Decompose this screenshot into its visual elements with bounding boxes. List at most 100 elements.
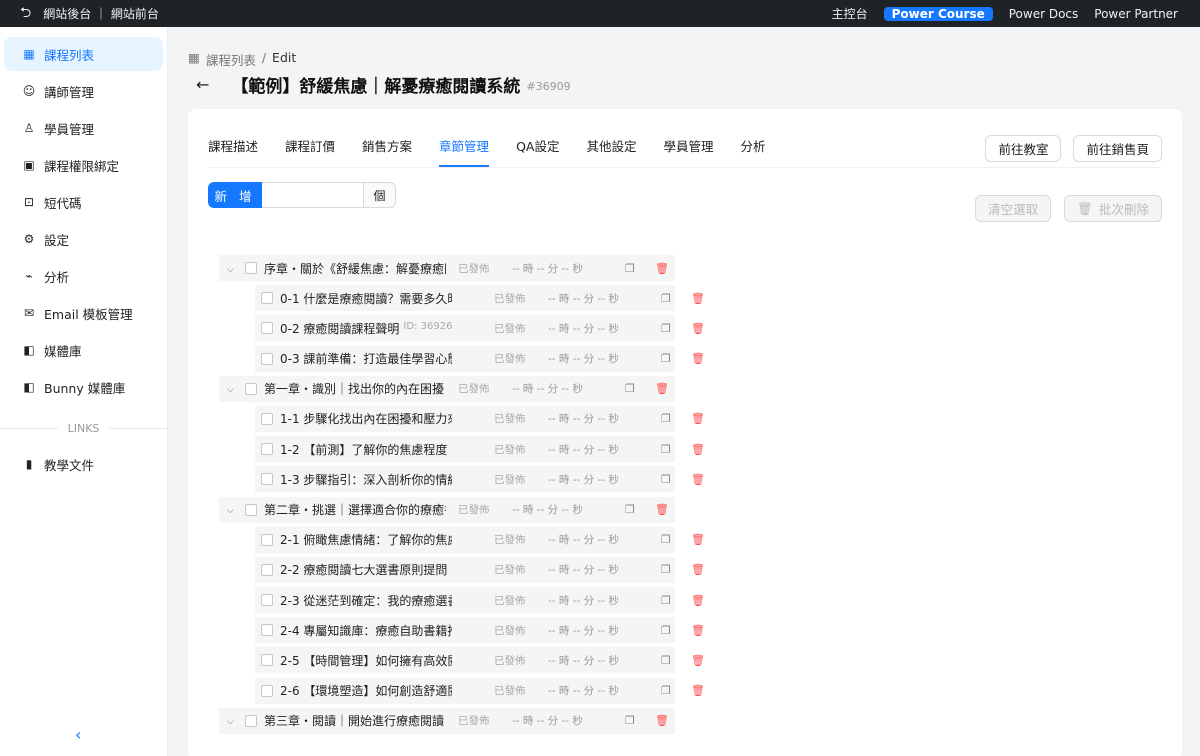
row-title[interactable]: 第二章・挑選｜選擇適合你的療癒書 <box>264 501 446 518</box>
copy-icon[interactable]: ❐ <box>661 594 671 607</box>
row-checkbox[interactable] <box>261 352 273 365</box>
top-link-dashboard[interactable]: 主控台 <box>824 5 876 22</box>
chapter-row[interactable]: ⌵ 序章・關於《舒緩焦慮：解憂療癒閱 已發佈 -- 時 -- 分 -- 秒 ❐ 🗑 <box>219 255 675 281</box>
row-title[interactable]: 0-3 課前準備：打造最佳學習心態 <box>280 350 452 367</box>
row-title[interactable]: 1-3 步驟指引：深入剖析你的情緒 <box>280 471 452 488</box>
site-nav-label[interactable]: 網站後台 ｜ 網站前台 <box>43 5 159 22</box>
lesson-row[interactable]: 2-4 專屬知識庫：療癒自助書籍推 已發佈 -- 時 -- 分 -- 秒 ❐ 🗑 <box>255 617 705 644</box>
row-checkbox[interactable] <box>261 473 273 486</box>
row-title[interactable]: 2-1 俯瞰焦慮情緒：了解你的焦慮 <box>280 531 452 548</box>
lesson-row[interactable]: 0-1 什麼是療癒閱讀？需要多久時 已發佈 -- 時 -- 分 -- 秒 ❐ 🗑 <box>255 285 705 312</box>
row-title[interactable]: 2-4 專屬知識庫：療癒自助書籍推 <box>280 622 452 639</box>
trash-icon[interactable]: 🗑 <box>691 563 705 576</box>
trash-icon[interactable]: 🗑 <box>691 352 705 365</box>
lesson-row[interactable]: 2-6 【環境塑造】如何創造舒適閱 已發佈 -- 時 -- 分 -- 秒 ❐ 🗑 <box>255 677 705 704</box>
sidebar-item-email-templates[interactable]: ✉ Email 模板管理 <box>4 296 163 330</box>
top-link-power-docs[interactable]: Power Docs <box>1001 7 1087 21</box>
row-checkbox[interactable] <box>245 714 257 727</box>
trash-icon[interactable]: 🗑 <box>691 443 705 456</box>
copy-icon[interactable]: ❐ <box>661 624 671 637</box>
row-checkbox[interactable] <box>245 503 257 516</box>
copy-icon[interactable]: ❐ <box>661 443 671 456</box>
copy-icon[interactable]: ❐ <box>625 714 635 727</box>
copy-icon[interactable]: ❐ <box>661 352 671 365</box>
tab-qa[interactable]: QA設定 <box>516 136 559 167</box>
copy-icon[interactable]: ❐ <box>625 382 635 395</box>
row-title[interactable]: 序章・關於《舒緩焦慮：解憂療癒閱 <box>264 260 446 277</box>
chevron-down-icon[interactable]: ⌵ <box>227 265 239 275</box>
sidebar-item-media-library[interactable]: ◧ 媒體庫 <box>4 333 163 367</box>
trash-icon[interactable]: 🗑 <box>691 533 705 546</box>
trash-icon[interactable]: 🗑 <box>655 382 669 395</box>
row-title[interactable]: 1-2 【前測】了解你的焦慮程度 <box>280 441 452 458</box>
lesson-row[interactable]: 2-3 從迷茫到確定：我的療癒選書 已發佈 -- 時 -- 分 -- 秒 ❐ 🗑 <box>255 587 705 614</box>
top-link-power-course[interactable]: Power Course <box>883 6 993 21</box>
lesson-row[interactable]: 0-2 療癒閱讀課程聲明 ID: 36926 已發佈 -- 時 -- 分 -- 秒 ❐ 🗑 <box>255 315 705 342</box>
copy-icon[interactable]: ❐ <box>661 473 671 486</box>
copy-icon[interactable]: ❐ <box>625 262 635 275</box>
sidebar-item-docs[interactable]: ▮ 教學文件 <box>4 447 163 481</box>
chapter-row[interactable]: ⌵ 第一章・識別｜找出你的內在困擾 已發佈 -- 時 -- 分 -- 秒 ❐ 🗑 <box>219 375 675 402</box>
copy-icon[interactable]: ❐ <box>625 503 635 516</box>
sidebar-item-access-binding[interactable]: ▣ 課程權限綁定 <box>4 148 163 182</box>
copy-icon[interactable]: ❐ <box>661 684 671 697</box>
lesson-row[interactable]: 0-3 課前準備：打造最佳學習心態 已發佈 -- 時 -- 分 -- 秒 ❐ 🗑 <box>255 345 705 372</box>
row-title[interactable]: 2-3 從迷茫到確定：我的療癒選書 <box>280 592 452 609</box>
copy-icon[interactable]: ❐ <box>661 292 671 305</box>
row-checkbox[interactable] <box>261 412 273 425</box>
chapter-row[interactable]: ⌵ 第二章・挑選｜選擇適合你的療癒書 已發佈 -- 時 -- 分 -- 秒 ❐ 🗑 <box>219 496 675 523</box>
trash-icon[interactable]: 🗑 <box>691 292 705 305</box>
row-checkbox[interactable] <box>261 684 273 697</box>
row-checkbox[interactable] <box>245 262 257 274</box>
row-checkbox[interactable] <box>245 382 257 395</box>
breadcrumb-parent[interactable]: 課程列表 <box>206 50 256 69</box>
trash-icon[interactable]: 🗑 <box>691 624 705 637</box>
sidebar-item-shortcodes[interactable]: ⊡ 短代碼 <box>4 185 163 219</box>
copy-icon[interactable]: ❐ <box>661 563 671 576</box>
lesson-row[interactable]: 2-2 療癒閱讀七大選書原則提問 已發佈 -- 時 -- 分 -- 秒 ❐ 🗑 <box>255 556 705 583</box>
tab-analytics[interactable]: 分析 <box>740 136 765 167</box>
row-title[interactable]: 第三章・閱讀｜開始進行療癒閱讀 <box>264 712 446 729</box>
row-title[interactable]: 0-1 什麼是療癒閱讀？需要多久時 <box>280 290 452 307</box>
chevron-down-icon[interactable]: ⌵ <box>227 385 239 395</box>
sidebar-item-teachers[interactable]: ☺ 講師管理 <box>4 74 163 108</box>
copy-icon[interactable]: ❐ <box>661 412 671 425</box>
collapse-sidebar-icon[interactable]: ‹ <box>75 725 81 744</box>
trash-icon[interactable]: 🗑 <box>655 262 669 275</box>
clear-selection-button[interactable]: 清空選取 <box>975 195 1052 222</box>
trash-icon[interactable]: 🗑 <box>691 473 705 486</box>
sidebar-item-settings[interactable]: ⚙ 設定 <box>4 222 163 256</box>
tab-other-settings[interactable]: 其他設定 <box>586 136 636 167</box>
chapter-row[interactable]: ⌵ 第三章・閱讀｜開始進行療癒閱讀 已發佈 -- 時 -- 分 -- 秒 ❐ 🗑 <box>219 707 675 734</box>
tab-description[interactable]: 課程描述 <box>208 136 258 167</box>
tab-chapters[interactable]: 章節管理 <box>439 136 490 167</box>
row-checkbox[interactable] <box>261 624 273 637</box>
top-link-power-partner[interactable]: Power Partner <box>1086 7 1186 21</box>
chevron-down-icon[interactable]: ⌵ <box>227 717 239 727</box>
go-to-classroom-button[interactable]: 前往教室 <box>985 135 1062 162</box>
back-arrow-icon[interactable]: ⮌ <box>20 2 31 26</box>
row-checkbox[interactable] <box>261 292 273 305</box>
chevron-down-icon[interactable]: ⌵ <box>227 506 239 516</box>
row-checkbox[interactable] <box>261 654 273 667</box>
add-count-input[interactable] <box>262 182 364 208</box>
row-checkbox[interactable] <box>261 443 273 456</box>
row-title[interactable]: 第一章・識別｜找出你的內在困擾 <box>264 380 446 397</box>
sidebar-item-analytics[interactable]: ⌁ 分析 <box>4 259 163 293</box>
row-title[interactable]: 2-5 【時間管理】如何擁有高效閱 <box>280 652 452 669</box>
lesson-row[interactable]: 2-5 【時間管理】如何擁有高效閱 已發佈 -- 時 -- 分 -- 秒 ❐ 🗑 <box>255 647 705 674</box>
sidebar-item-bunny-media[interactable]: ◧ Bunny 媒體庫 <box>4 370 163 404</box>
lesson-row[interactable]: 1-3 步驟指引：深入剖析你的情緒 已發佈 -- 時 -- 分 -- 秒 ❐ 🗑 <box>255 466 705 493</box>
row-checkbox[interactable] <box>261 563 273 576</box>
row-title[interactable]: 2-2 療癒閱讀七大選書原則提問 <box>280 561 452 578</box>
lesson-row[interactable]: 1-2 【前測】了解你的焦慮程度 已發佈 -- 時 -- 分 -- 秒 ❐ 🗑 <box>255 436 705 463</box>
row-checkbox[interactable] <box>261 322 273 335</box>
back-arrow-icon[interactable]: ← <box>196 75 209 94</box>
trash-icon[interactable]: 🗑 <box>655 503 669 516</box>
add-button[interactable]: 新 增 <box>208 182 262 208</box>
copy-icon[interactable]: ❐ <box>661 533 671 546</box>
go-to-sales-page-button[interactable]: 前往銷售頁 <box>1073 135 1162 162</box>
sidebar-item-course-list[interactable]: ▦ 課程列表 <box>4 37 163 71</box>
trash-icon[interactable]: 🗑 <box>691 684 705 697</box>
copy-icon[interactable]: ❐ <box>661 654 671 667</box>
